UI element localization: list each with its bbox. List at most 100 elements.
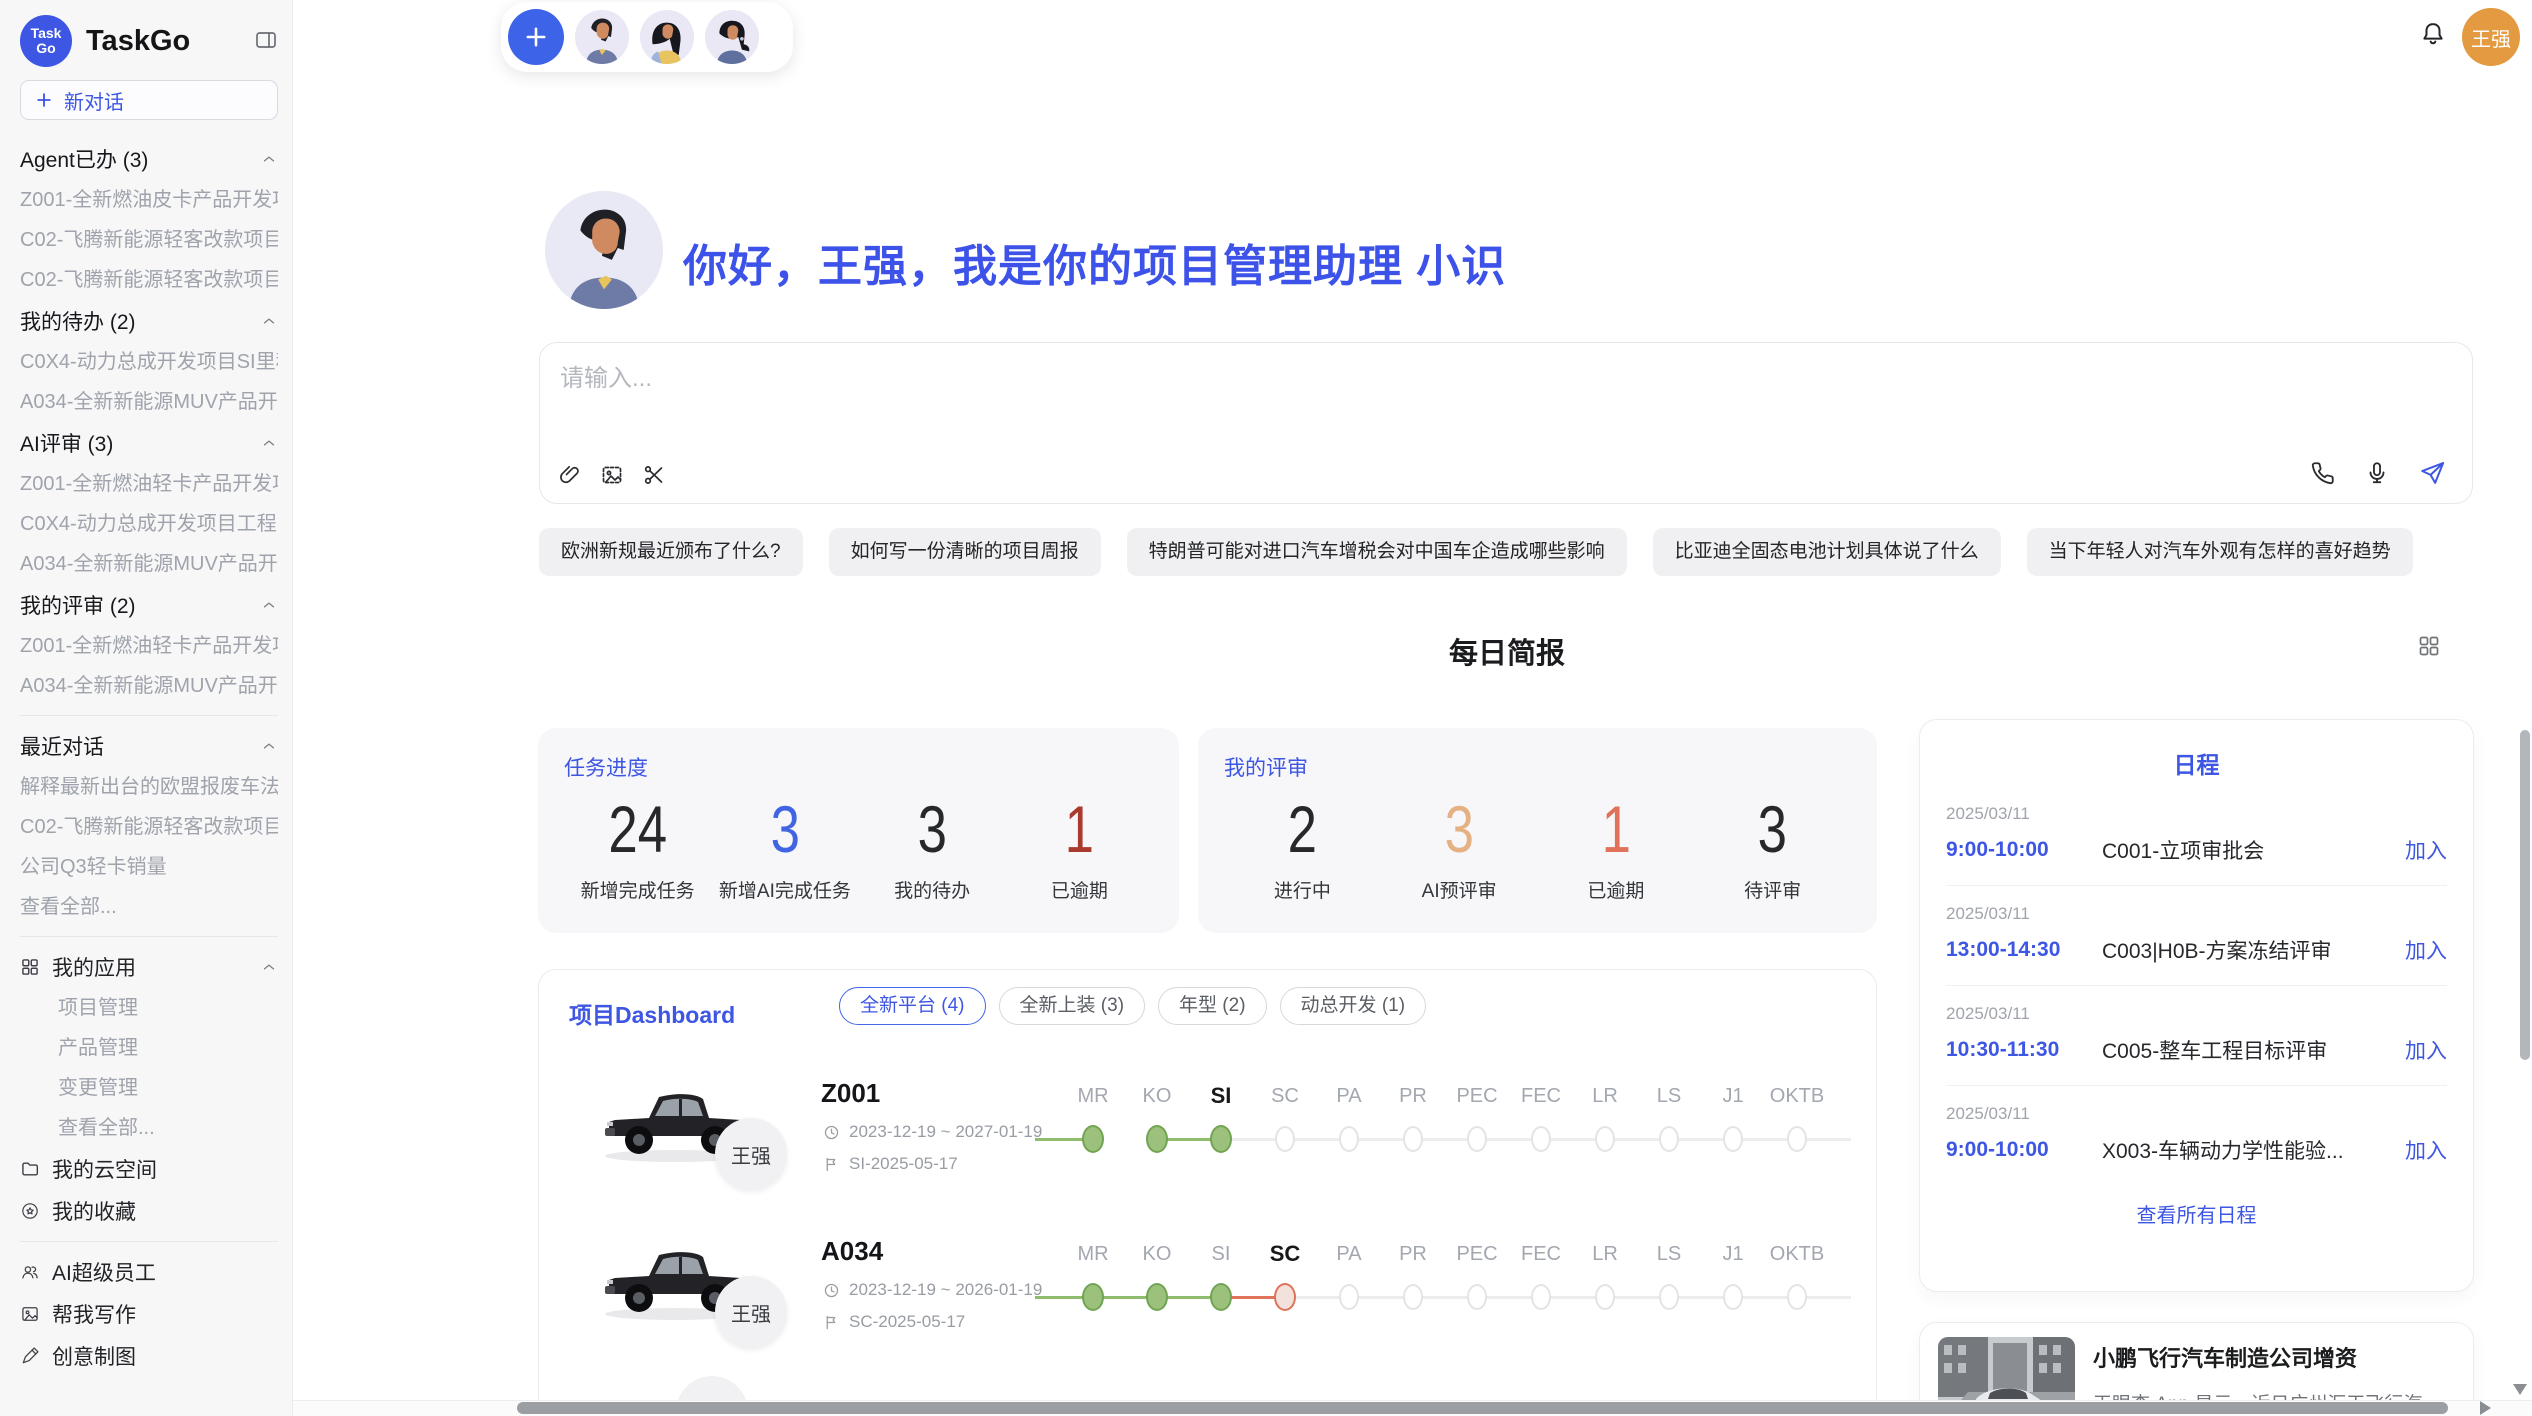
stat-row: 2 进行中 3 AI预评审 1 已逾期 3 待评审 <box>1224 792 1851 903</box>
sidebar-item-ai-employees[interactable]: AI超级员工 <box>20 1251 278 1293</box>
milestone-label: PEC <box>1445 1240 1509 1268</box>
vertical-scrollbar[interactable] <box>2520 730 2530 1060</box>
sidebar-item-change-mgmt[interactable]: 变更管理 <box>20 1068 278 1108</box>
chevron-up-icon <box>260 434 278 452</box>
filter-chip[interactable]: 全新上装 (3) <box>999 987 1146 1025</box>
avatar[interactable] <box>575 10 629 64</box>
filter-chip[interactable]: 动总开发 (1) <box>1280 987 1427 1025</box>
pen-icon <box>20 1346 40 1366</box>
milestone: MR <box>1061 1082 1125 1153</box>
project-row[interactable]: 王强 Z001 2023-12-19 ~ 2027-01-19 SI-2025-… <box>539 1056 1876 1214</box>
join-link[interactable]: 加入 <box>2405 1135 2447 1165</box>
filter-chip[interactable]: 年型 (2) <box>1158 987 1267 1025</box>
list-item[interactable]: A034-全新新能源MUV产品开发项目法规符合性评审 <box>20 544 278 584</box>
chat-input-card <box>539 342 2473 504</box>
card-title: 任务进度 <box>564 752 1153 782</box>
view-all-link[interactable]: 查看全部... <box>20 887 278 927</box>
list-item[interactable]: C02-飞腾新能源轻客改款项目的闭环通告反馈情况 <box>20 807 278 847</box>
sidebar-item-product-mgmt[interactable]: 产品管理 <box>20 1028 278 1068</box>
stat: 2 进行中 <box>1224 792 1381 903</box>
join-link[interactable]: 加入 <box>2405 835 2447 865</box>
list-item[interactable]: C02-飞腾新能源轻客改款项目立项汇报方案 <box>20 260 278 300</box>
filter-chip[interactable]: 全新平台 (4) <box>839 987 986 1025</box>
chevron-up-icon <box>260 312 278 330</box>
sidebar-item-favorites[interactable]: 我的收藏 <box>20 1190 278 1232</box>
milestone-label: FEC <box>1509 1240 1573 1268</box>
list-item[interactable]: 公司Q3轻卡销量 <box>20 847 278 887</box>
scroll-down-arrow[interactable] <box>2513 1384 2527 1395</box>
star-badge-icon <box>20 1201 40 1221</box>
sidebar-item-label: AI超级员工 <box>52 1257 156 1287</box>
list-item[interactable]: A034-全新新能源MUV产品开发项目计划变更表编写 <box>20 382 278 422</box>
section-my-review[interactable]: 我的评审 (2) <box>20 584 278 626</box>
list-item[interactable]: Z001-全新燃油轻卡产品开发项目SI造型提交物评审 <box>20 464 278 504</box>
sidebar-item-cloud-space[interactable]: 我的云空间 <box>20 1148 278 1190</box>
view-all-schedule-link[interactable]: 查看所有日程 <box>1946 1199 2447 1228</box>
layout-grid-icon[interactable] <box>2417 634 2441 658</box>
chat-input[interactable] <box>560 357 1960 401</box>
sidebar-item-creative-draw[interactable]: 创意制图 <box>20 1335 278 1377</box>
schedule-time: 13:00-14:30 <box>1946 938 2102 962</box>
add-member-button[interactable] <box>508 9 564 65</box>
new-chat-button[interactable]: 新对话 <box>20 80 278 120</box>
phone-icon[interactable] <box>2310 460 2336 486</box>
suggestion-chip[interactable]: 比亚迪全固态电池计划具体说了什么 <box>1653 528 2001 576</box>
stat-value: 3 <box>917 792 946 866</box>
join-link[interactable]: 加入 <box>2405 1035 2447 1065</box>
milestone-label: LS <box>1637 1082 1701 1110</box>
microphone-icon[interactable] <box>2364 460 2390 486</box>
sidebar-item-label: 我的应用 <box>52 952 136 982</box>
join-link[interactable]: 加入 <box>2405 935 2447 965</box>
sidebar-item-project-mgmt[interactable]: 项目管理 <box>20 988 278 1028</box>
milestone-dot <box>1723 1284 1743 1310</box>
schedule-card: 日程 2025/03/11 9:00-10:00 C001-立项审批会 加入 2… <box>1919 719 2474 1292</box>
avatar[interactable] <box>705 10 759 64</box>
schedule-event-title: C003|H0B-方案冻结评审 <box>2102 935 2405 965</box>
schedule-date: 2025/03/11 <box>1946 804 2447 824</box>
horizontal-scrollbar[interactable] <box>517 1402 2448 1414</box>
suggestion-chip[interactable]: 欧洲新规最近颁布了什么? <box>539 528 803 576</box>
sidebar-collapse-icon[interactable] <box>254 28 278 52</box>
schedule-time: 9:00-10:00 <box>1946 838 2102 862</box>
milestone-label: PA <box>1317 1240 1381 1268</box>
suggestion-chip[interactable]: 如何写一份清晰的项目周报 <box>829 528 1101 576</box>
section-recent-chats[interactable]: 最近对话 <box>20 725 278 767</box>
notification-bell-icon[interactable] <box>2419 20 2447 48</box>
stat-value: 2 <box>1288 792 1317 866</box>
list-item[interactable]: C02-飞腾新能源轻客改款项目里程碑画布 <box>20 220 278 260</box>
sidebar-item-my-apps[interactable]: 我的应用 <box>20 946 278 988</box>
section-title: 最近对话 <box>20 731 104 761</box>
milestone-label: SC <box>1253 1082 1317 1110</box>
suggestion-chip[interactable]: 特朗普可能对进口汽车增税会对中国车企造成哪些影响 <box>1127 528 1627 576</box>
user-avatar[interactable]: 王强 <box>2462 8 2520 66</box>
milestone: SC <box>1253 1082 1317 1153</box>
milestone: SI <box>1189 1082 1253 1153</box>
section-ai-review[interactable]: AI评审 (3) <box>20 422 278 464</box>
milestone-dot <box>1339 1126 1359 1152</box>
milestone-label: KO <box>1125 1082 1189 1110</box>
view-all-link[interactable]: 查看全部... <box>20 1108 278 1148</box>
list-item[interactable]: 解释最新出台的欧盟报废车法规再生塑料比例被调至15%... <box>20 767 278 807</box>
scroll-right-arrow[interactable] <box>2480 1401 2491 1415</box>
section-agent-done[interactable]: Agent已办 (3) <box>20 138 278 180</box>
list-item[interactable]: C0X4-动力总成开发项目工程变更评审 <box>20 504 278 544</box>
scissors-icon[interactable] <box>642 463 666 487</box>
sidebar-item-label: 我的收藏 <box>52 1196 136 1226</box>
stat-label: 已逾期 <box>1538 876 1695 903</box>
suggestion-chip[interactable]: 当下年轻人对汽车外观有怎样的喜好趋势 <box>2027 528 2413 576</box>
list-item[interactable]: Z001-全新燃油轻卡产品开发项目SI节点属性5D文件评审 <box>20 626 278 666</box>
chevron-up-icon <box>260 958 278 976</box>
list-item[interactable]: Z001-全新燃油皮卡产品开发项目SI节点Lesson Learn报告 <box>20 180 278 220</box>
list-item[interactable]: A034-全新新能源MUV产品开发项目造型可行性评审 <box>20 666 278 706</box>
list-item[interactable]: C0X4-动力总成开发项目SI里程碑提交物检查 <box>20 342 278 382</box>
sidebar-item-help-write[interactable]: 帮我写作 <box>20 1293 278 1335</box>
section-my-todo[interactable]: 我的待办 (2) <box>20 300 278 342</box>
send-icon[interactable] <box>2418 459 2446 487</box>
screenshot-icon[interactable] <box>600 463 624 487</box>
avatar[interactable] <box>640 10 694 64</box>
project-row[interactable]: 王强 A034 2023-12-19 ~ 2026-01-19 SC-2025-… <box>539 1214 1876 1372</box>
milestone-dot <box>1467 1126 1487 1152</box>
milestone-label: LR <box>1573 1082 1637 1110</box>
milestone-label: OKTB <box>1765 1082 1829 1110</box>
attach-icon[interactable] <box>558 463 582 487</box>
